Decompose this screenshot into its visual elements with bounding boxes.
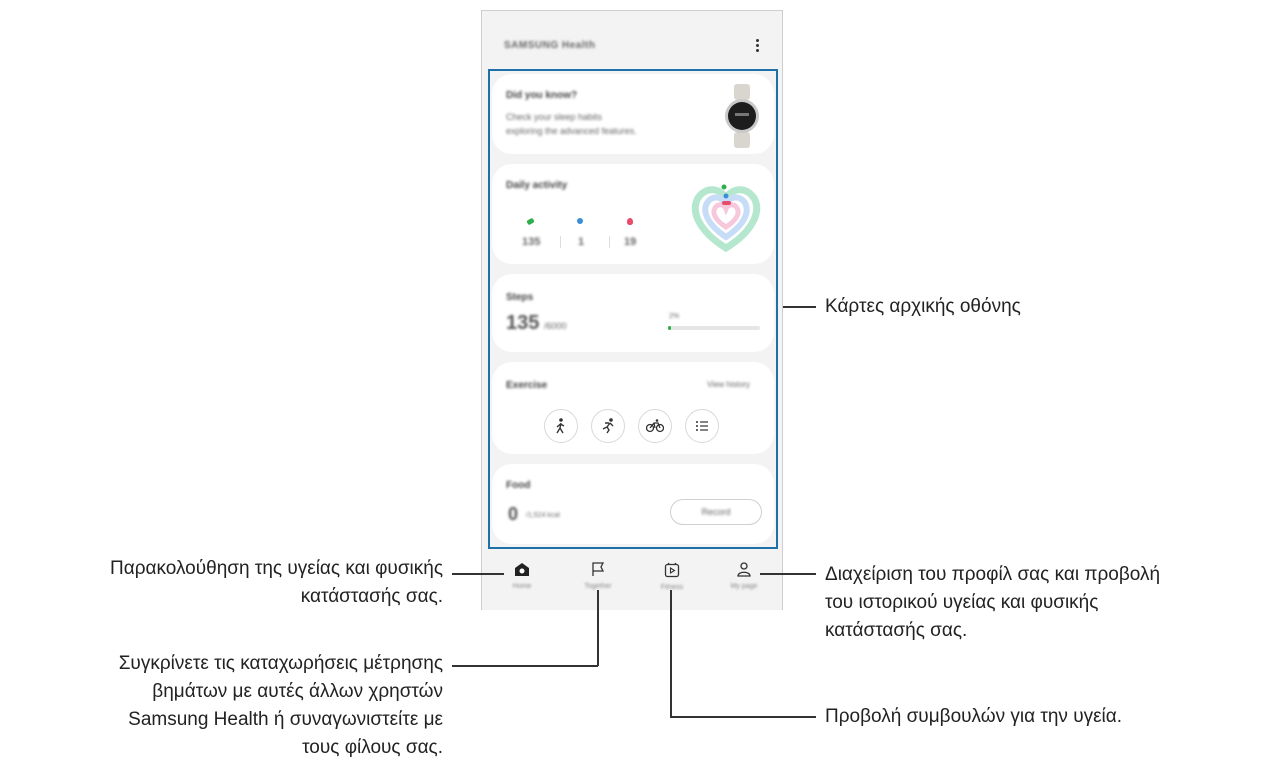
nav-my-page[interactable]: My page [714,562,774,590]
label-together-line2: βημάτων με αυτές άλλων χρηστών [152,681,443,702]
more-options-icon[interactable] [752,39,762,55]
bottom-navigation: Home Together Fitness My page [482,554,782,611]
callout-line-fitness-v [670,590,672,717]
label-home-line1: Παρακολούθηση της υγείας και φυσικής [110,558,443,579]
label-home-cards: Κάρτες αρχικής οθόνης [825,296,1021,317]
callout-line-my-page [760,573,816,575]
nav-fitness-label: Fitness [660,584,684,591]
label-together-line1: Συγκρίνετε τις καταχωρήσεις μέτρησης [118,653,443,674]
label-mypage-line1: Διαχείριση του προφίλ σας και προβολή [825,564,1161,585]
nav-home[interactable]: Home [492,562,552,590]
callout-line-fitness-h [670,716,816,718]
nav-fitness[interactable]: Fitness [642,562,702,591]
home-cards-highlight [488,69,778,549]
label-together-line3: Samsung Health ή συναγωνιστείτε με [128,709,443,730]
nav-my-page-label: My page [730,583,758,590]
label-mypage-line3: κατάστασής σας. [825,620,968,641]
app-title: SAMSUNG Health [504,40,596,51]
nav-together-label: Together [584,583,612,590]
nav-home-label: Home [512,583,532,590]
callout-line-home [452,573,504,575]
label-together-line4: τους φίλους σας. [302,737,443,758]
label-fitness: Προβολή συμβουλών για την υγεία. [825,706,1123,727]
nav-together[interactable]: Together [568,562,628,590]
label-home-line2: κατάστασής σας. [300,586,443,607]
label-mypage-line2: του ιστορικού υγείας και φυσικής [825,592,1099,613]
phone-screen: SAMSUNG Health Did you know? Check your … [481,10,783,610]
flag-icon [592,562,605,576]
callout-line-together-v [597,590,599,666]
callout-line-home-cards [783,306,816,308]
fitness-video-icon [664,562,680,578]
callout-line-together-h [452,665,598,667]
person-icon [737,562,751,577]
home-icon [515,563,529,576]
